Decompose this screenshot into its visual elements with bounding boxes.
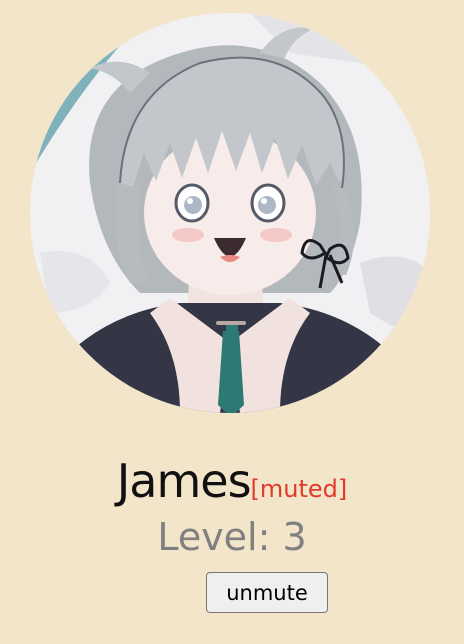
muted-status-tag: [muted] xyxy=(250,475,348,503)
avatar xyxy=(30,13,430,413)
profile-name-row: James[muted] xyxy=(0,458,464,504)
level-label: Level: 3 xyxy=(157,515,307,559)
profile-name: James xyxy=(116,454,252,508)
unmute-button[interactable]: unmute xyxy=(206,572,328,613)
avatar-illustration xyxy=(30,13,430,413)
